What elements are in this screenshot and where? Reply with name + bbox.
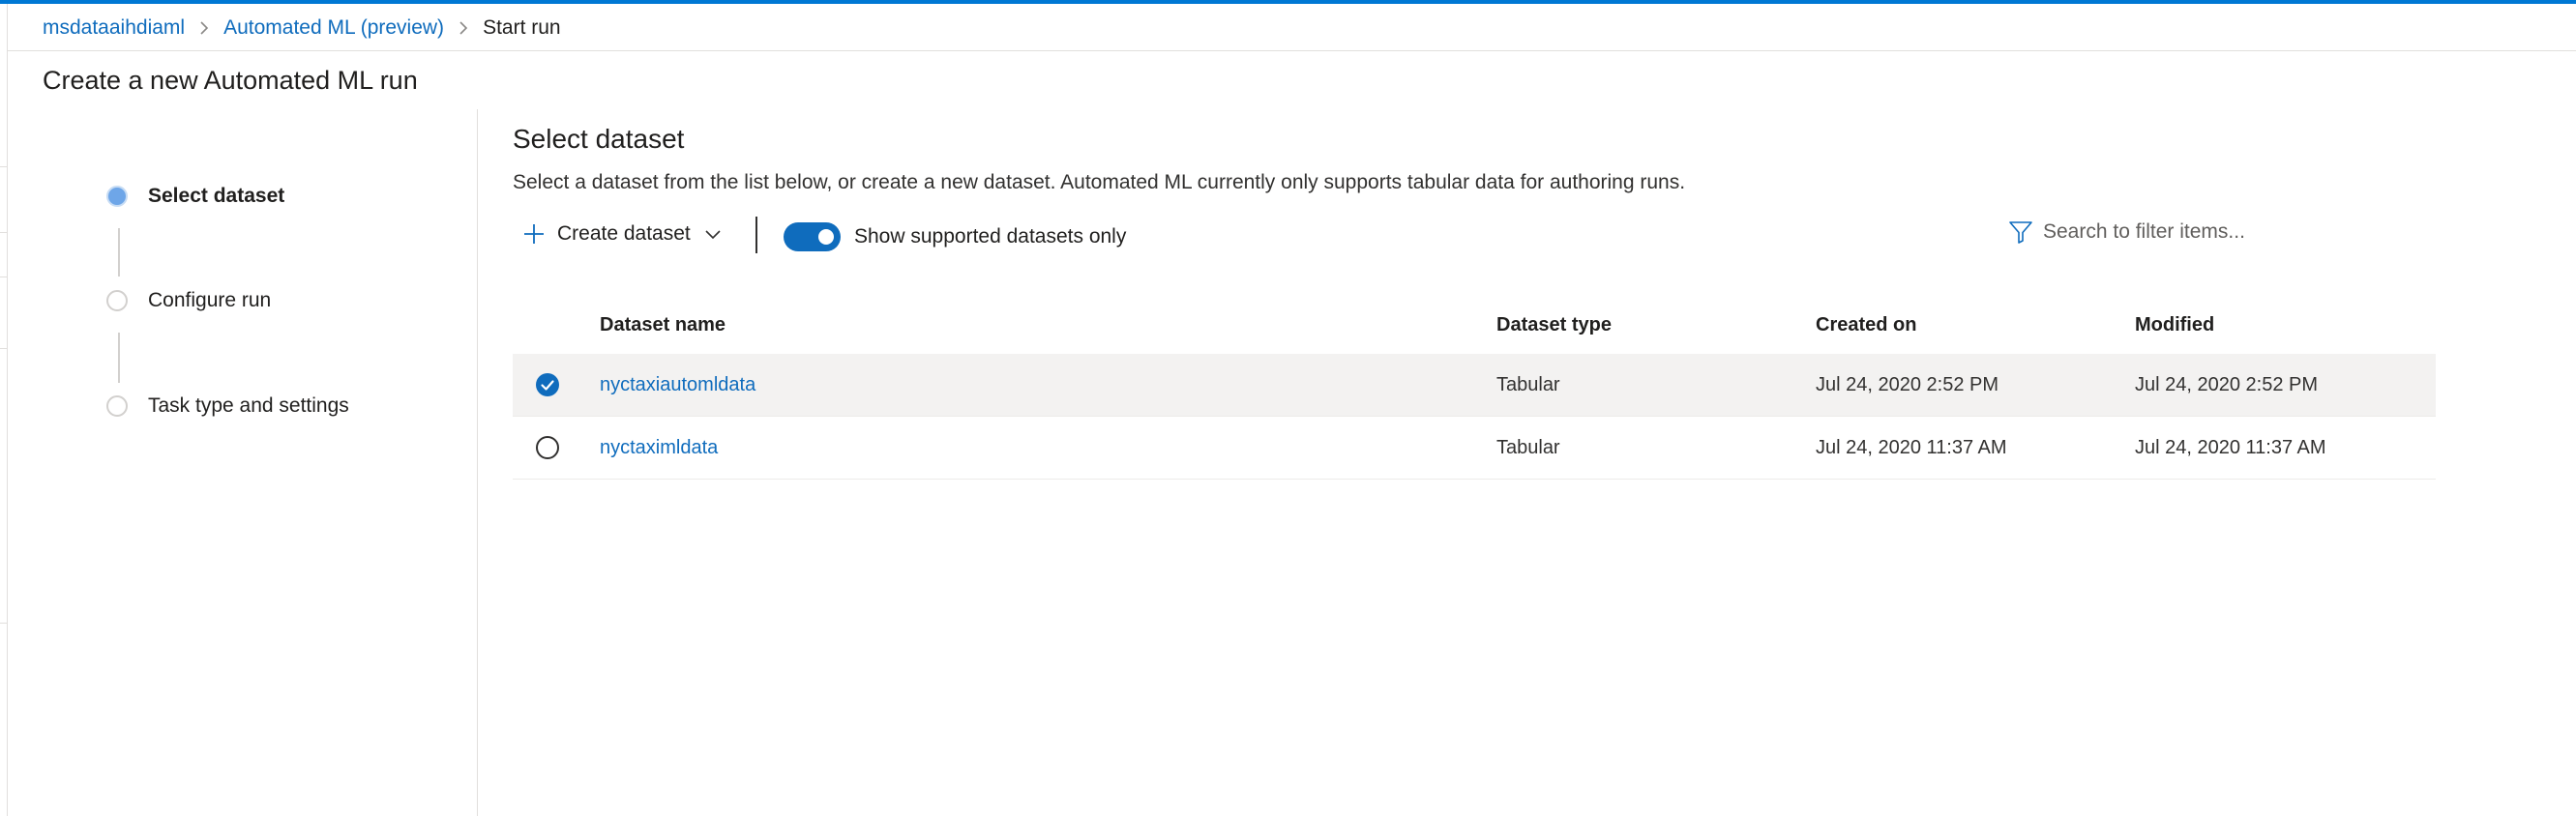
dataset-modified: Jul 24, 2020 2:52 PM <box>2135 373 2319 395</box>
step-select-dataset[interactable]: Select dataset <box>106 185 284 207</box>
dataset-modified: Jul 24, 2020 11:37 AM <box>2135 436 2326 458</box>
breadcrumb-workspace-link[interactable]: msdataaihdiaml <box>43 16 185 40</box>
left-nav-strip <box>0 4 8 816</box>
search-placeholder: Search to filter items... <box>2043 220 2245 243</box>
dataset-name-link[interactable]: nyctaximldata <box>600 417 718 479</box>
header-divider <box>8 50 2576 51</box>
breadcrumb: msdataaihdiaml Automated ML (preview) St… <box>43 14 561 43</box>
toggle-switch[interactable] <box>784 222 841 251</box>
section-title: Select dataset <box>513 124 685 154</box>
supported-datasets-toggle[interactable]: Show supported datasets only <box>784 222 1126 251</box>
step-configure-run[interactable]: Configure run <box>106 289 271 311</box>
column-header-created-on[interactable]: Created on <box>1816 296 1916 354</box>
dataset-created-on: Jul 24, 2020 11:37 AM <box>1816 436 2007 458</box>
left-nav-divider <box>0 232 8 233</box>
dataset-table: Dataset name Dataset type Created on Mod… <box>513 296 2436 480</box>
dataset-type: Tabular <box>1496 373 1560 395</box>
left-nav-divider <box>0 623 8 624</box>
dataset-created-on: Jul 24, 2020 2:52 PM <box>1816 373 1999 395</box>
create-dataset-label: Create dataset <box>557 222 691 245</box>
chevron-down-icon <box>704 228 722 240</box>
top-accent-bar <box>0 0 2576 4</box>
filter-icon <box>2008 219 2033 245</box>
toggle-label: Show supported datasets only <box>854 225 1127 248</box>
left-nav-divider <box>0 348 8 349</box>
row-select-radio[interactable] <box>536 436 559 459</box>
panel-divider <box>477 109 478 816</box>
column-header-modified[interactable]: Modified <box>2135 296 2214 354</box>
toolbar-separator <box>755 217 757 253</box>
step-label: Task type and settings <box>148 394 349 417</box>
search-filter-input[interactable]: Search to filter items... <box>2008 219 2245 245</box>
table-row[interactable]: nyctaximldata Tabular Jul 24, 2020 11:37… <box>513 417 2436 480</box>
plus-icon <box>522 222 546 246</box>
column-header-dataset-type[interactable]: Dataset type <box>1496 296 1612 354</box>
dataset-name-link[interactable]: nyctaxiautomldata <box>600 354 755 416</box>
step-indicator <box>106 395 128 417</box>
toggle-knob <box>818 229 834 245</box>
table-header: Dataset name Dataset type Created on Mod… <box>513 296 2436 354</box>
step-connector <box>118 333 120 383</box>
create-dataset-button[interactable]: Create dataset <box>522 222 722 246</box>
checkmark-icon <box>541 380 554 391</box>
step-indicator <box>106 290 128 311</box>
step-connector <box>118 228 120 277</box>
row-select-radio[interactable] <box>536 373 559 396</box>
table-row[interactable]: nyctaxiautomldata Tabular Jul 24, 2020 2… <box>513 354 2436 417</box>
breadcrumb-automl-link[interactable]: Automated ML (preview) <box>223 16 444 40</box>
section-description: Select a dataset from the list below, or… <box>513 171 1686 193</box>
breadcrumb-current: Start run <box>483 16 561 39</box>
step-task-type-settings[interactable]: Task type and settings <box>106 394 349 417</box>
chevron-right-icon <box>198 20 210 36</box>
step-indicator-active <box>106 186 128 207</box>
page-title: Create a new Automated ML run <box>43 66 418 95</box>
dataset-type: Tabular <box>1496 436 1560 458</box>
step-label: Select dataset <box>148 185 285 207</box>
step-label: Configure run <box>148 289 272 311</box>
chevron-right-icon <box>458 20 469 36</box>
left-nav-divider <box>0 166 8 167</box>
column-header-dataset-name[interactable]: Dataset name <box>600 296 725 354</box>
